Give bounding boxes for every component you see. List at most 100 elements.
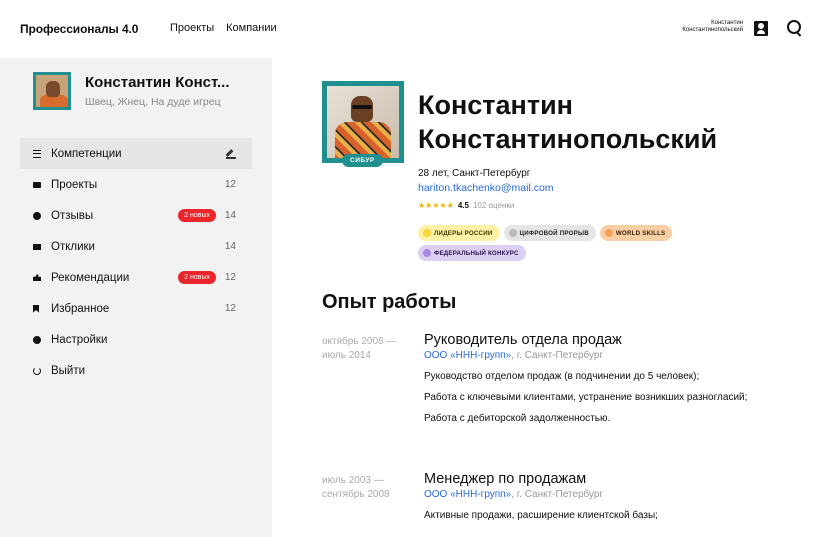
sidebar-item-responses[interactable]: Отклики 14 <box>20 231 252 262</box>
search-icon[interactable] <box>787 20 803 36</box>
sidebar-item-label: Отклики <box>51 240 95 253</box>
new-badge: 2 новых <box>178 271 216 284</box>
logo-version: 4.0 <box>121 22 139 36</box>
job-date-to: июль 2014 <box>322 350 371 361</box>
section-title-experience: Опыт работы <box>322 291 457 313</box>
job-company-link[interactable]: ООО «ННН-групп» <box>424 350 511 361</box>
star-icon <box>604 229 613 237</box>
profile-photo <box>322 81 404 163</box>
sidebar-item-label: Проекты <box>51 178 98 191</box>
sidebar-item-label: Компетенции <box>51 147 122 160</box>
header-user-last: Константинопольский <box>682 27 743 33</box>
job-body: Менеджер по продажам ООО «ННН-групп», г.… <box>424 470 774 530</box>
folder-icon <box>33 181 41 188</box>
user-icon[interactable] <box>754 21 768 36</box>
tag-label: ЛИДЕРЫ РОССИИ <box>434 229 493 237</box>
rating-reviews-count[interactable]: 102 оценки <box>473 201 514 210</box>
mail-icon <box>33 243 41 250</box>
avatar <box>33 72 71 110</box>
sidebar-profile-subtitle: Швец, Жнец, На дуде игрец <box>85 96 221 108</box>
sidebar: Константин Конст... Швец, Жнец, На дуде … <box>0 58 272 537</box>
job-date-to: сентябрь 2008 <box>322 489 390 500</box>
nav-projects[interactable]: Проекты <box>170 22 214 34</box>
job-position: Руководитель отдела продаж <box>424 332 622 348</box>
rating-score: 4.5 <box>457 201 469 210</box>
profile-rating: ★★★★★ 4.5 102 оценки <box>418 201 514 210</box>
sidebar-item-label: Выйти <box>51 364 86 377</box>
sidebar-item-favorites[interactable]: Избранное 12 <box>20 293 252 324</box>
sidebar-item-count: 14 <box>224 210 236 221</box>
photo-face <box>351 96 373 122</box>
main-nav: Проекты Компании <box>170 22 277 34</box>
job-company-line: ООО «ННН-групп», г. Санкт-Петербург <box>424 350 774 361</box>
nav-companies[interactable]: Компании <box>226 22 277 34</box>
sidebar-item-count: 14 <box>224 241 236 252</box>
profile-full-name: Константин Константинопольский <box>418 88 798 156</box>
tag-label: WORLD SKILLS <box>615 229 666 237</box>
sidebar-item-settings[interactable]: Настройки <box>20 324 252 355</box>
profile-age-city: 28 лет, Санкт-Петербург <box>418 168 531 179</box>
list-icon <box>33 150 41 158</box>
company-badge: СИБУР <box>342 154 383 167</box>
job-duty: Работа с ключевыми клиентами, устранение… <box>424 392 748 403</box>
star-icon <box>423 229 431 237</box>
star-icon <box>423 249 431 257</box>
sidebar-item-competencies[interactable]: Компетенции <box>20 138 252 169</box>
job-company-link[interactable]: ООО «ННН-групп» <box>424 489 511 500</box>
job-city: , г. Санкт-Петербург <box>511 350 604 361</box>
profile-first-name: Константин <box>418 90 573 120</box>
tag-digital[interactable]: ЦИФРОВОЙ ПРОРЫВ <box>503 225 596 241</box>
main-content: СИБУР Константин Константинопольский 28 … <box>272 58 825 537</box>
rating-stars-icon: ★★★★★ <box>418 201 454 210</box>
sidebar-item-count: 12 <box>224 179 236 190</box>
job-city: , г. Санкт-Петербург <box>511 489 604 500</box>
sidebar-item-label: Настройки <box>51 333 108 346</box>
header-user-name[interactable]: Константин Константинопольский <box>682 20 743 34</box>
job-description: Руководство отделом продаж (в подчинении… <box>424 370 774 425</box>
top-bar: Профессионалы 4.0 Проекты Компании Конст… <box>0 0 825 58</box>
tag-label: ФЕДЕРАЛЬНЫЙ КОНКУРС <box>434 249 519 257</box>
tag-leaders[interactable]: ЛИДЕРЫ РОССИИ <box>418 225 500 241</box>
sidebar-item-count: 12 <box>224 303 236 314</box>
avatar-face <box>46 81 60 97</box>
profile-email-link[interactable]: hariton.tkachenko@mail.com <box>418 182 554 194</box>
tag-federal[interactable]: ФЕДЕРАЛЬНЫЙ КОНКУРС <box>418 245 526 261</box>
bookmark-icon <box>33 304 39 313</box>
photo-glasses <box>352 105 372 109</box>
edit-icon[interactable] <box>226 148 236 159</box>
tag-label: ЦИФРОВОЙ ПРОРЫВ <box>519 229 589 237</box>
job-date-from: июль 2003 — <box>322 475 384 486</box>
chat-icon <box>33 211 41 220</box>
star-icon <box>508 229 517 237</box>
job-body: Руководитель отдела продаж ООО «ННН-груп… <box>424 331 774 433</box>
new-badge: 2 новых <box>178 209 216 222</box>
gear-icon <box>33 335 41 344</box>
sidebar-item-logout[interactable]: Выйти <box>20 355 252 386</box>
sidebar-item-label: Отзывы <box>51 209 94 222</box>
job-dates: июль 2003 — сентябрь 2008 <box>322 474 417 502</box>
sidebar-item-projects[interactable]: Проекты 12 <box>20 169 252 200</box>
job-position: Менеджер по продажам <box>424 471 587 487</box>
job-company-line: ООО «ННН-групп», г. Санкт-Петербург <box>424 489 774 500</box>
job-duty: Руководство отделом продаж (в подчинении… <box>424 371 700 382</box>
achievement-tags: ЛИДЕРЫ РОССИИ ЦИФРОВОЙ ПРОРЫВ WORLD SKIL… <box>418 225 718 261</box>
job-duty: Работа с дебиторской задолженностью. <box>424 413 611 424</box>
sidebar-item-label: Рекомендации <box>51 271 130 284</box>
thumb-up-icon <box>33 274 41 281</box>
job-date-from: октябрь 2008 — <box>322 336 397 347</box>
sidebar-item-reviews[interactable]: Отзывы 2 новых 14 <box>20 200 252 231</box>
profile-last-name: Константинопольский <box>418 124 718 154</box>
header-user-first: Константин <box>711 20 743 26</box>
sidebar-item-count: 12 <box>224 272 236 283</box>
sidebar-item-label: Избранное <box>51 302 110 315</box>
tag-worldskills[interactable]: WORLD SKILLS <box>599 225 673 241</box>
job-duty: Активные продажи, расширение клиентской … <box>424 510 658 521</box>
sidebar-profile-name: Константин Конст... <box>85 74 230 91</box>
job-dates: октябрь 2008 — июль 2014 <box>322 335 417 363</box>
job-description: Активные продажи, расширение клиентской … <box>424 509 774 522</box>
sidebar-item-recommendations[interactable]: Рекомендации 2 новых 12 <box>20 262 252 293</box>
logo[interactable]: Профессионалы 4.0 <box>20 22 138 36</box>
avatar-shirt <box>40 95 68 107</box>
logo-text: Профессионалы <box>20 22 119 36</box>
sidebar-menu: Компетенции Проекты 12 Отзывы 2 новых 14… <box>20 138 252 386</box>
